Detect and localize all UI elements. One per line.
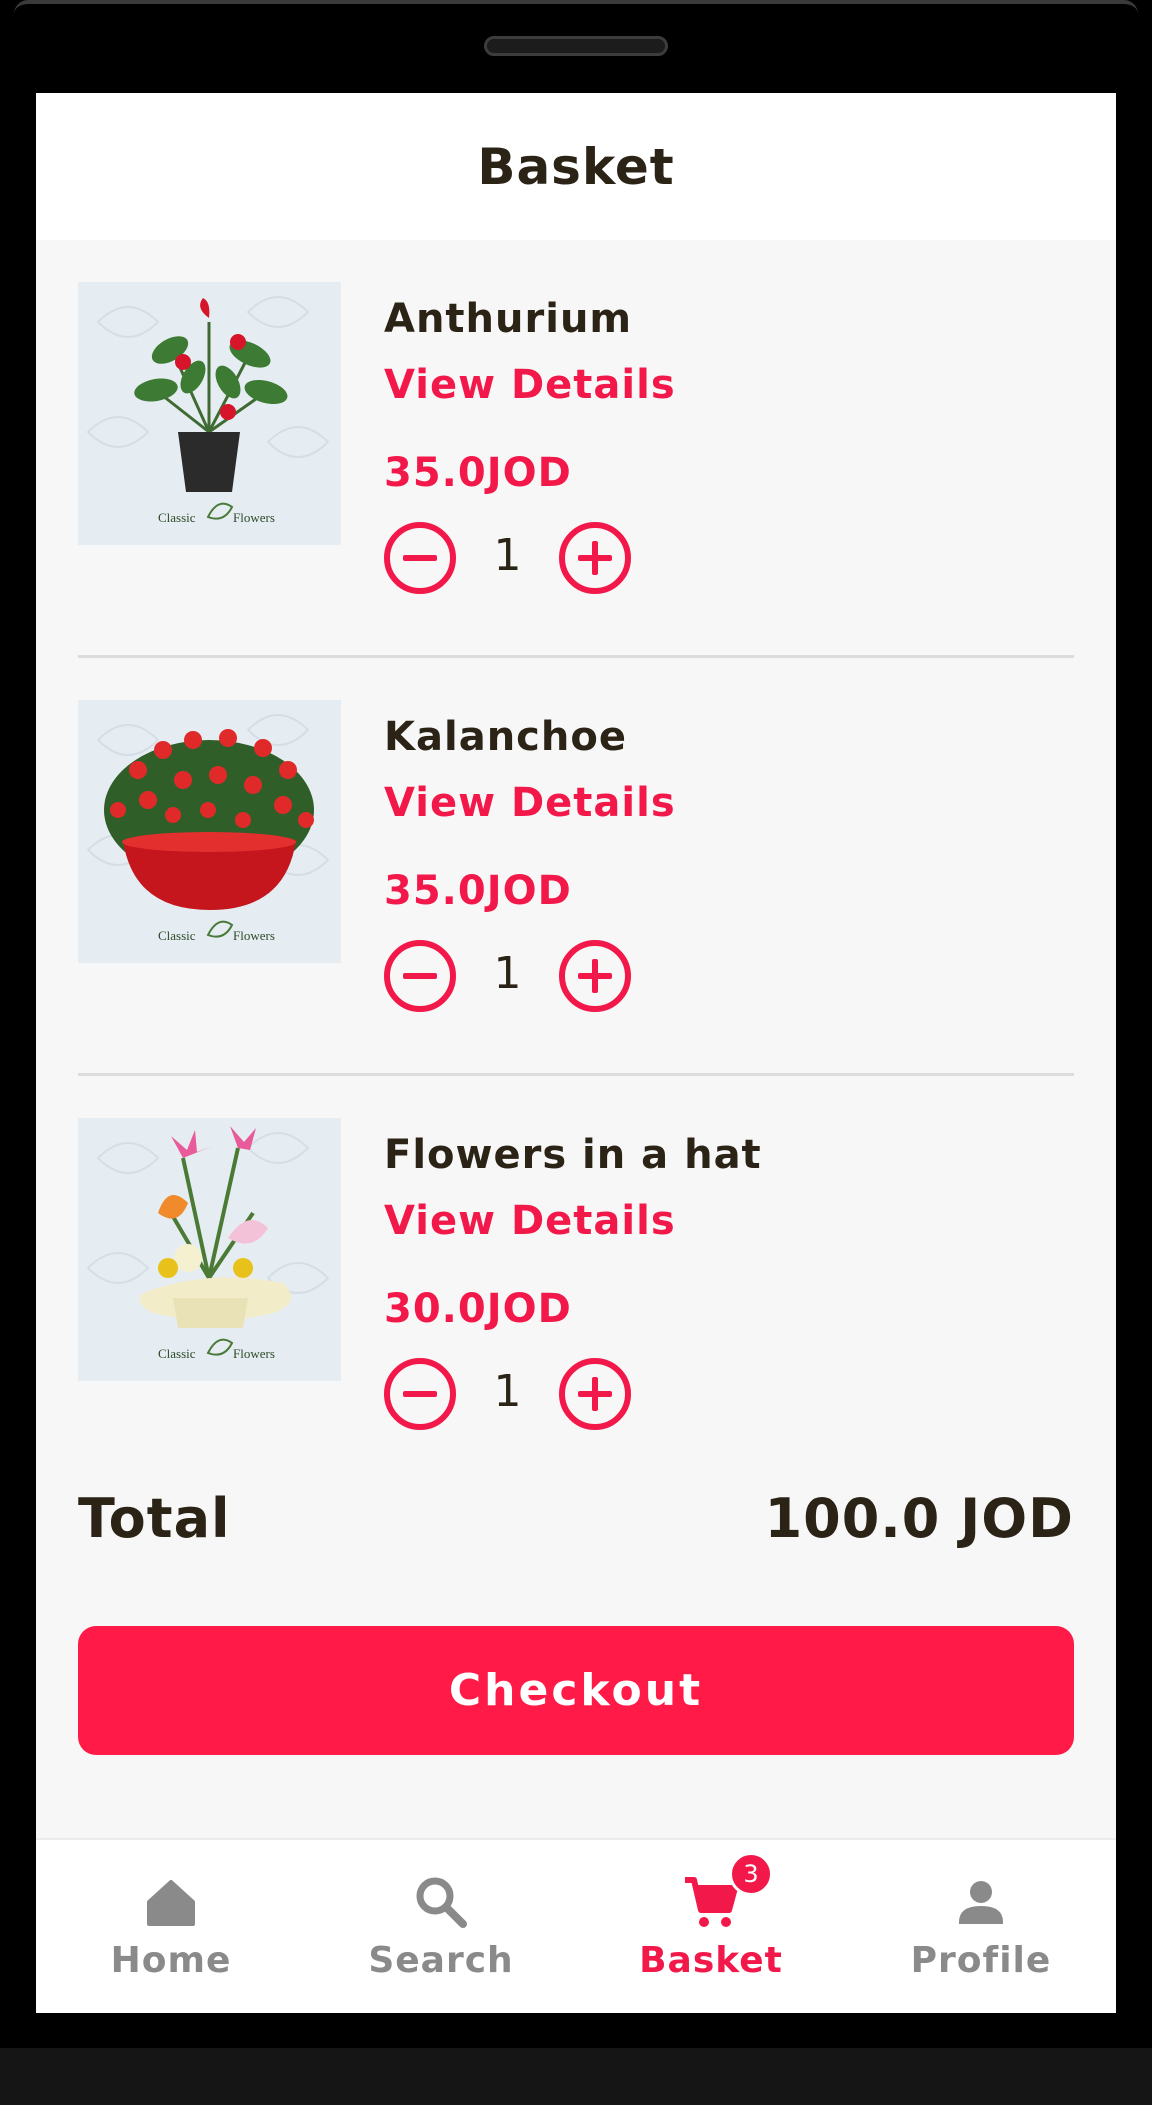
- increase-quantity-button[interactable]: [559, 940, 631, 1012]
- quantity-value: 1: [493, 948, 522, 999]
- view-details-link[interactable]: View Details: [384, 1198, 676, 1244]
- decrease-quantity-button[interactable]: [384, 1358, 456, 1430]
- basket-item: Classic Flowers Anthurium View Details 3…: [78, 240, 1074, 658]
- app-screen: Basket Classic Flowers Anthurium View De…: [36, 93, 1116, 2013]
- decrease-quantity-button[interactable]: [384, 940, 456, 1012]
- minus-icon: [403, 1391, 437, 1397]
- view-details-link[interactable]: View Details: [384, 362, 676, 408]
- image-caption-left: Classic: [158, 1346, 196, 1361]
- item-price: 35.0JOD: [384, 450, 572, 496]
- device-frame: Basket Classic Flowers Anthurium View De…: [0, 0, 1152, 2105]
- product-image-kalanchoe[interactable]: Classic Flowers: [78, 700, 341, 963]
- product-image-anthurium[interactable]: Classic Flowers: [78, 282, 341, 545]
- checkout-button[interactable]: Checkout: [78, 1626, 1074, 1755]
- quantity-value: 1: [493, 1366, 522, 1417]
- basket-item: Classic Flowers Kalanchoe View Details 3…: [78, 658, 1074, 1076]
- app-bar: Basket: [36, 93, 1116, 240]
- home-icon: [141, 1872, 201, 1932]
- basket-item: Classic Flowers Flowers in a hat View De…: [78, 1076, 1074, 1456]
- item-name: Anthurium: [384, 296, 633, 342]
- image-caption-right: Flowers: [233, 1346, 275, 1361]
- device-top-edge: [14, 0, 1138, 14]
- decrease-quantity-button[interactable]: [384, 522, 456, 594]
- device-speaker: [484, 36, 668, 56]
- increase-quantity-button[interactable]: [559, 1358, 631, 1430]
- item-price: 30.0JOD: [384, 1286, 572, 1332]
- total-value: 100.0 JOD: [764, 1487, 1074, 1550]
- nav-label: Basket: [639, 1940, 783, 1981]
- product-image-flowers-in-a-hat[interactable]: Classic Flowers: [78, 1118, 341, 1381]
- nav-label: Search: [368, 1940, 514, 1981]
- checkout-button-label: Checkout: [448, 1665, 704, 1716]
- search-icon: [411, 1872, 471, 1932]
- item-name: Flowers in a hat: [384, 1132, 762, 1178]
- image-caption-right: Flowers: [233, 510, 275, 525]
- bottom-navigation: Home Search 3 Basket Profile: [36, 1838, 1116, 2013]
- nav-label: Home: [110, 1940, 232, 1981]
- image-caption-left: Classic: [158, 510, 196, 525]
- minus-icon: [403, 973, 437, 979]
- view-details-link[interactable]: View Details: [384, 780, 676, 826]
- total-label: Total: [78, 1487, 231, 1550]
- item-name: Kalanchoe: [384, 714, 627, 760]
- nav-item-basket[interactable]: 3 Basket: [576, 1840, 846, 2013]
- nav-item-profile[interactable]: Profile: [846, 1840, 1116, 2013]
- item-price: 35.0JOD: [384, 868, 572, 914]
- cart-count-badge: 3: [729, 1852, 773, 1896]
- person-icon: [951, 1872, 1011, 1932]
- page-title: Basket: [477, 137, 675, 196]
- nav-label: Profile: [910, 1940, 1052, 1981]
- nav-item-search[interactable]: Search: [306, 1840, 576, 2013]
- image-caption-right: Flowers: [233, 928, 275, 943]
- image-caption-left: Classic: [158, 928, 196, 943]
- increase-quantity-button[interactable]: [559, 522, 631, 594]
- minus-icon: [403, 555, 437, 561]
- nav-item-home[interactable]: Home: [36, 1840, 306, 2013]
- device-bottom-bezel: [0, 2048, 1152, 2105]
- quantity-value: 1: [493, 530, 522, 581]
